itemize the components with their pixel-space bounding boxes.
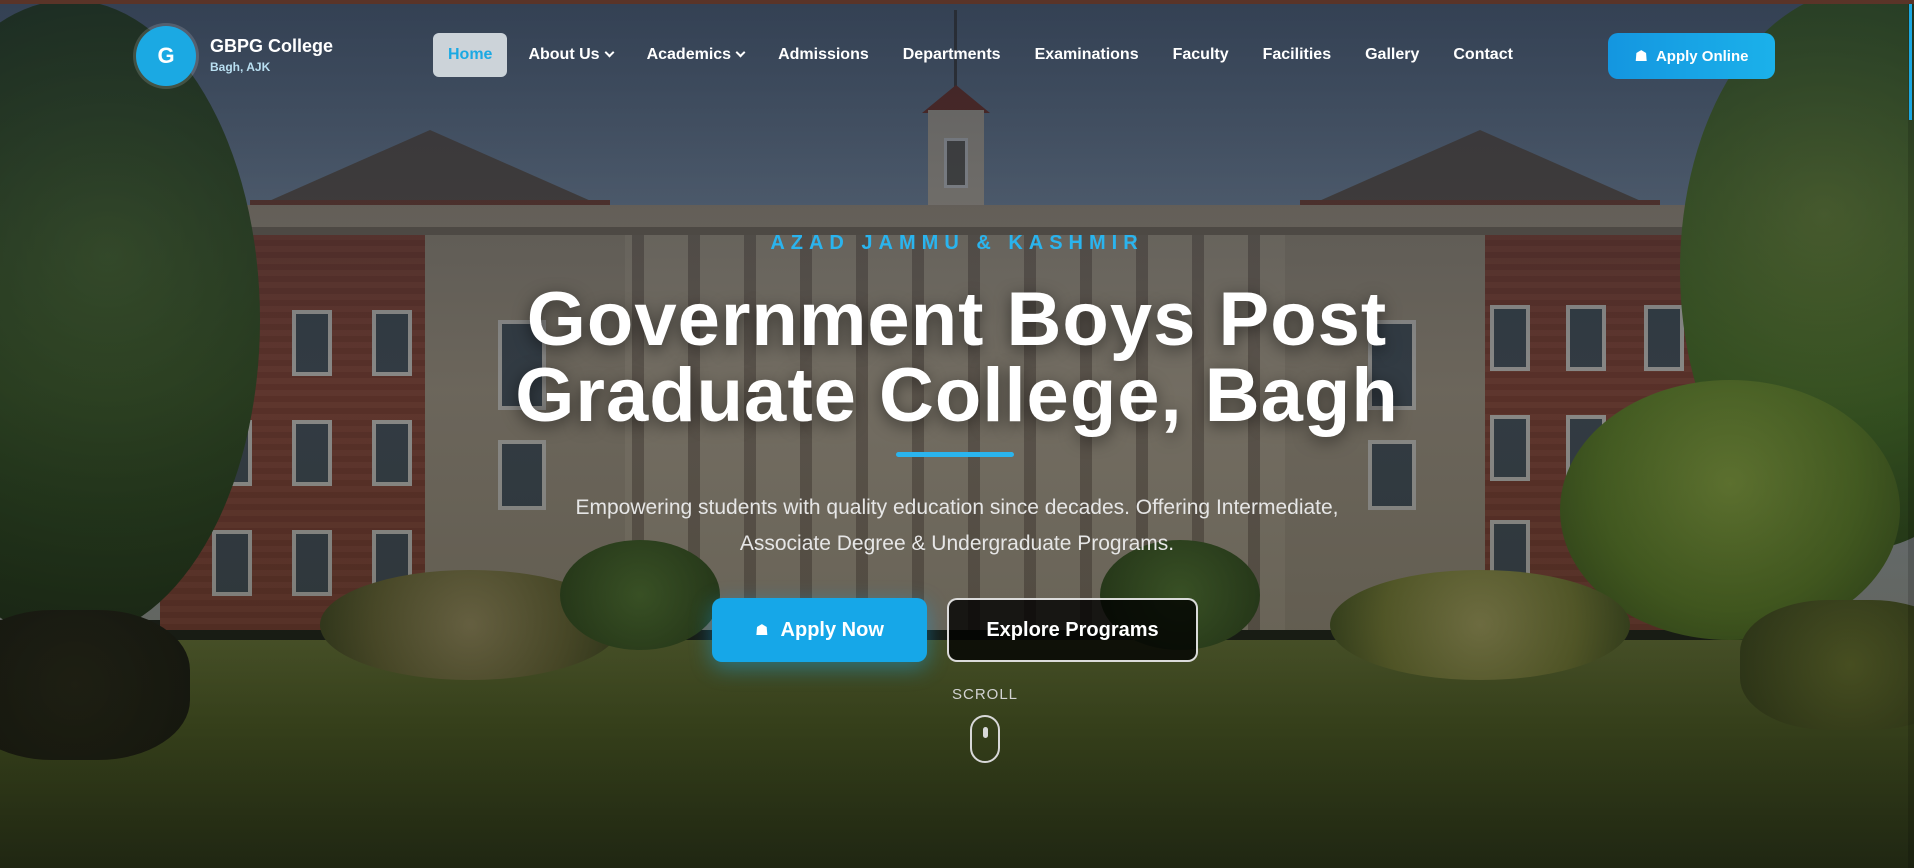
nav-item-label: Departments xyxy=(902,46,1001,63)
scroll-mouse-icon[interactable] xyxy=(970,715,1000,763)
nav-item-departments[interactable]: Departments xyxy=(886,33,1018,77)
nav-item-about-us[interactable]: About Us xyxy=(511,33,629,77)
brand-name[interactable]: GBPG College xyxy=(210,36,333,57)
logo-badge[interactable]: G xyxy=(136,26,196,86)
nav-item-label: Home xyxy=(448,46,493,63)
explore-programs-label: Explore Programs xyxy=(986,618,1159,641)
hero-subtitle-line-2: Associate Degree & Undergraduate Program… xyxy=(739,532,1175,555)
hero-subtitle: Empowering students with quality educati… xyxy=(507,490,1407,562)
hero-eyebrow: AZAD JAMMU & KASHMIR xyxy=(770,232,1144,254)
explore-programs-button[interactable]: Explore Programs xyxy=(947,598,1198,662)
graduation-cap-icon: ☗ xyxy=(1634,48,1648,65)
nav-item-facilities[interactable]: Facilities xyxy=(1246,33,1348,77)
nav-item-examinations[interactable]: Examinations xyxy=(1018,33,1156,77)
graduation-cap-icon: ☗ xyxy=(755,622,769,639)
mouse-wheel-icon xyxy=(983,727,988,738)
nav-item-gallery[interactable]: Gallery xyxy=(1348,33,1436,77)
nav-item-academics[interactable]: Academics xyxy=(630,33,762,77)
navbar: G GBPG College Bagh, AJK Home About Us A… xyxy=(0,4,1914,108)
nav-item-contact[interactable]: Contact xyxy=(1436,33,1530,77)
nav-item-admissions[interactable]: Admissions xyxy=(761,33,886,77)
hero-title-line-2: Graduate College, Bagh xyxy=(515,353,1399,438)
scroll-label: SCROLL xyxy=(951,686,1019,703)
nav-item-label: Academics xyxy=(646,46,732,63)
brand-location: Bagh, AJK xyxy=(210,60,271,74)
nav-item-label: Contact xyxy=(1453,46,1513,63)
apply-now-label: Apply Now xyxy=(780,618,884,641)
nav-item-faculty[interactable]: Faculty xyxy=(1156,33,1246,77)
nav-item-home[interactable]: Home xyxy=(433,33,508,77)
nav-item-label: About Us xyxy=(528,46,600,63)
apply-online-button[interactable]: ☗ Apply Online xyxy=(1608,33,1775,79)
scrollbar-track[interactable] xyxy=(1908,0,1914,868)
hero-subtitle-line-1: Empowering students with quality educati… xyxy=(575,496,1339,519)
title-divider xyxy=(896,452,1014,457)
nav-item-label: Gallery xyxy=(1365,46,1420,63)
hero-title: Government Boys Post Graduate College, B… xyxy=(0,282,1914,434)
hero-title-line-1: Government Boys Post xyxy=(526,277,1388,362)
chevron-down-icon xyxy=(604,47,615,58)
nav-item-label: Examinations xyxy=(1034,46,1139,63)
apply-now-button[interactable]: ☗ Apply Now xyxy=(712,598,927,662)
apply-online-label: Apply Online xyxy=(1655,47,1749,65)
main-nav: Home About Us Academics Admissions Depar… xyxy=(433,33,1530,77)
nav-item-label: Admissions xyxy=(778,46,869,63)
nav-item-label: Faculty xyxy=(1172,46,1229,63)
nav-item-label: Facilities xyxy=(1262,46,1332,63)
chevron-down-icon xyxy=(735,47,746,58)
